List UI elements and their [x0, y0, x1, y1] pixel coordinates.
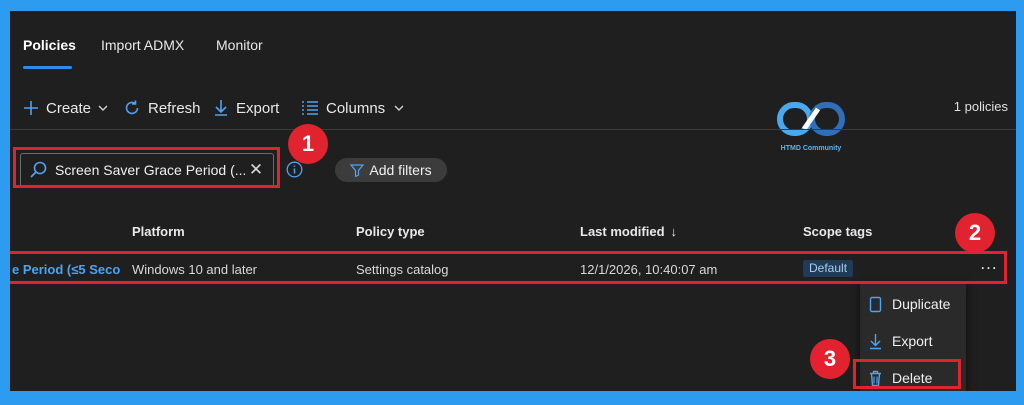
plus-icon — [24, 101, 38, 115]
info-icon[interactable] — [286, 161, 303, 183]
create-label: Create — [46, 99, 92, 117]
refresh-button[interactable]: Refresh — [123, 96, 201, 120]
export-button[interactable]: Export — [213, 96, 279, 120]
tab-policies[interactable]: Policies — [23, 37, 76, 53]
policy-count: 1 policies — [953, 99, 1008, 114]
menu-item-export[interactable]: Export — [860, 326, 966, 356]
add-filters-label: Add filters — [369, 162, 432, 178]
search-highlight-box — [13, 147, 280, 188]
refresh-icon — [125, 100, 139, 115]
columns-icon — [302, 101, 318, 115]
chevron-down-icon — [394, 105, 404, 111]
column-header-policy-type[interactable]: Policy type — [356, 224, 425, 239]
tab-import-admx[interactable]: Import ADMX — [101, 37, 184, 53]
column-header-platform[interactable]: Platform — [132, 224, 185, 239]
column-header-scope-tags[interactable]: Scope tags — [803, 224, 872, 239]
menu-item-duplicate[interactable]: Duplicate — [860, 289, 966, 319]
last-modified-label: Last modified — [580, 224, 665, 239]
htmd-logo-icon — [777, 102, 845, 136]
export-label: Export — [236, 99, 280, 117]
export-menu-label: Export — [892, 333, 933, 349]
callout-2: 2 — [955, 213, 995, 253]
columns-button[interactable]: Columns — [301, 96, 412, 120]
app-window: Policies Import ADMX Monitor Create Refr… — [10, 11, 1016, 391]
duplicate-label: Duplicate — [892, 296, 951, 312]
toolbar-divider — [10, 129, 1016, 130]
download-icon — [215, 100, 227, 116]
download-icon — [870, 333, 881, 349]
sort-desc-icon: ↓ — [670, 224, 678, 239]
create-button[interactable]: Create — [23, 96, 116, 120]
columns-label: Columns — [326, 99, 386, 117]
refresh-label: Refresh — [148, 99, 201, 117]
command-bar: Create Refresh Export Columns — [23, 96, 1008, 120]
add-filters-button[interactable]: Add filters — [335, 158, 447, 182]
callout-3: 3 — [810, 339, 850, 379]
filter-icon — [350, 164, 365, 177]
duplicate-icon — [869, 296, 882, 312]
active-tab-indicator — [23, 66, 72, 69]
callout-1: 1 — [288, 124, 328, 164]
watermark-text: HTMD Community — [780, 145, 842, 152]
column-header-last-modified[interactable]: Last modified ↓ — [580, 224, 677, 239]
row-highlight-box — [10, 251, 1007, 284]
chevron-down-icon — [98, 105, 108, 111]
tab-monitor[interactable]: Monitor — [216, 37, 263, 53]
htmd-logo: HTMD Community — [776, 99, 846, 157]
delete-highlight-box — [853, 359, 961, 389]
